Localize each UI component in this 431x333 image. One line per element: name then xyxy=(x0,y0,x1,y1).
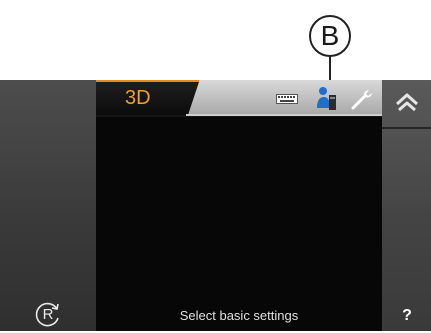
right-rail xyxy=(382,80,431,331)
right-rail-divider xyxy=(382,127,431,129)
left-rail xyxy=(0,80,96,331)
callout-b: B xyxy=(309,15,351,57)
tab-bar-edge xyxy=(186,114,382,116)
status-message: Select basic settings xyxy=(179,308,299,323)
home-button[interactable] xyxy=(392,90,422,116)
callout-label: B xyxy=(320,20,340,51)
reset-r-icon: R xyxy=(35,302,59,327)
reset-button-label: R xyxy=(43,306,54,323)
home-up-icon xyxy=(395,93,419,112)
keyboard-icon[interactable] xyxy=(276,94,298,104)
service-person-icon[interactable] xyxy=(316,86,338,112)
tab-active-indicator xyxy=(96,80,202,82)
reset-button[interactable]: R xyxy=(34,300,62,328)
help-button[interactable]: ? xyxy=(392,305,422,327)
device-screen: 3D R ? Select basic settings xyxy=(0,80,431,331)
wrench-icon[interactable] xyxy=(350,87,374,111)
main-content-area xyxy=(96,117,382,331)
tab-3d-label: 3D xyxy=(125,87,151,109)
